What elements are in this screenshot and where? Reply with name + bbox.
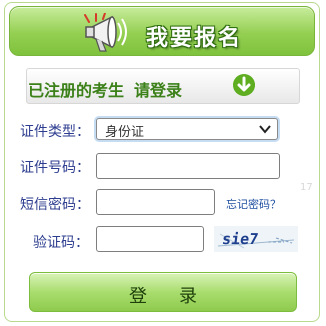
login-button[interactable]: 登录 xyxy=(29,272,297,312)
header-banner: 我要报名 xyxy=(9,6,315,56)
captcha-image[interactable]: sie7 xyxy=(214,226,298,252)
id-number-label: 证件号码： xyxy=(20,160,90,176)
watermark-text: 17 xyxy=(300,182,313,193)
verify-code-label: 验证码： xyxy=(33,235,89,251)
chevron-down-icon xyxy=(259,125,271,134)
sms-code-label: 短信密码： xyxy=(20,197,90,213)
sms-code-input[interactable] xyxy=(96,189,215,215)
id-number-input[interactable] xyxy=(96,153,280,179)
verify-code-input[interactable] xyxy=(96,226,204,252)
page-title: 我要报名 xyxy=(146,26,243,51)
id-type-selected: 身份证 xyxy=(105,125,145,140)
megaphone-icon xyxy=(84,13,127,52)
svg-text:sie7: sie7 xyxy=(221,230,260,248)
registered-text: 已注册的考生 xyxy=(28,81,125,100)
login-prompt[interactable]: 请登录 xyxy=(134,81,182,100)
forgot-password-link[interactable]: 忘记密码？ xyxy=(226,196,281,212)
login-button-label: 登录 xyxy=(129,286,229,307)
down-arrow-icon[interactable] xyxy=(233,74,255,96)
login-strip-text[interactable]: 已注册的考生 请登录 xyxy=(28,77,182,101)
captcha-graphic: sie7 xyxy=(214,226,298,252)
id-type-label: 证件类型： xyxy=(20,124,90,140)
id-type-select[interactable]: 身份证 xyxy=(96,118,278,140)
